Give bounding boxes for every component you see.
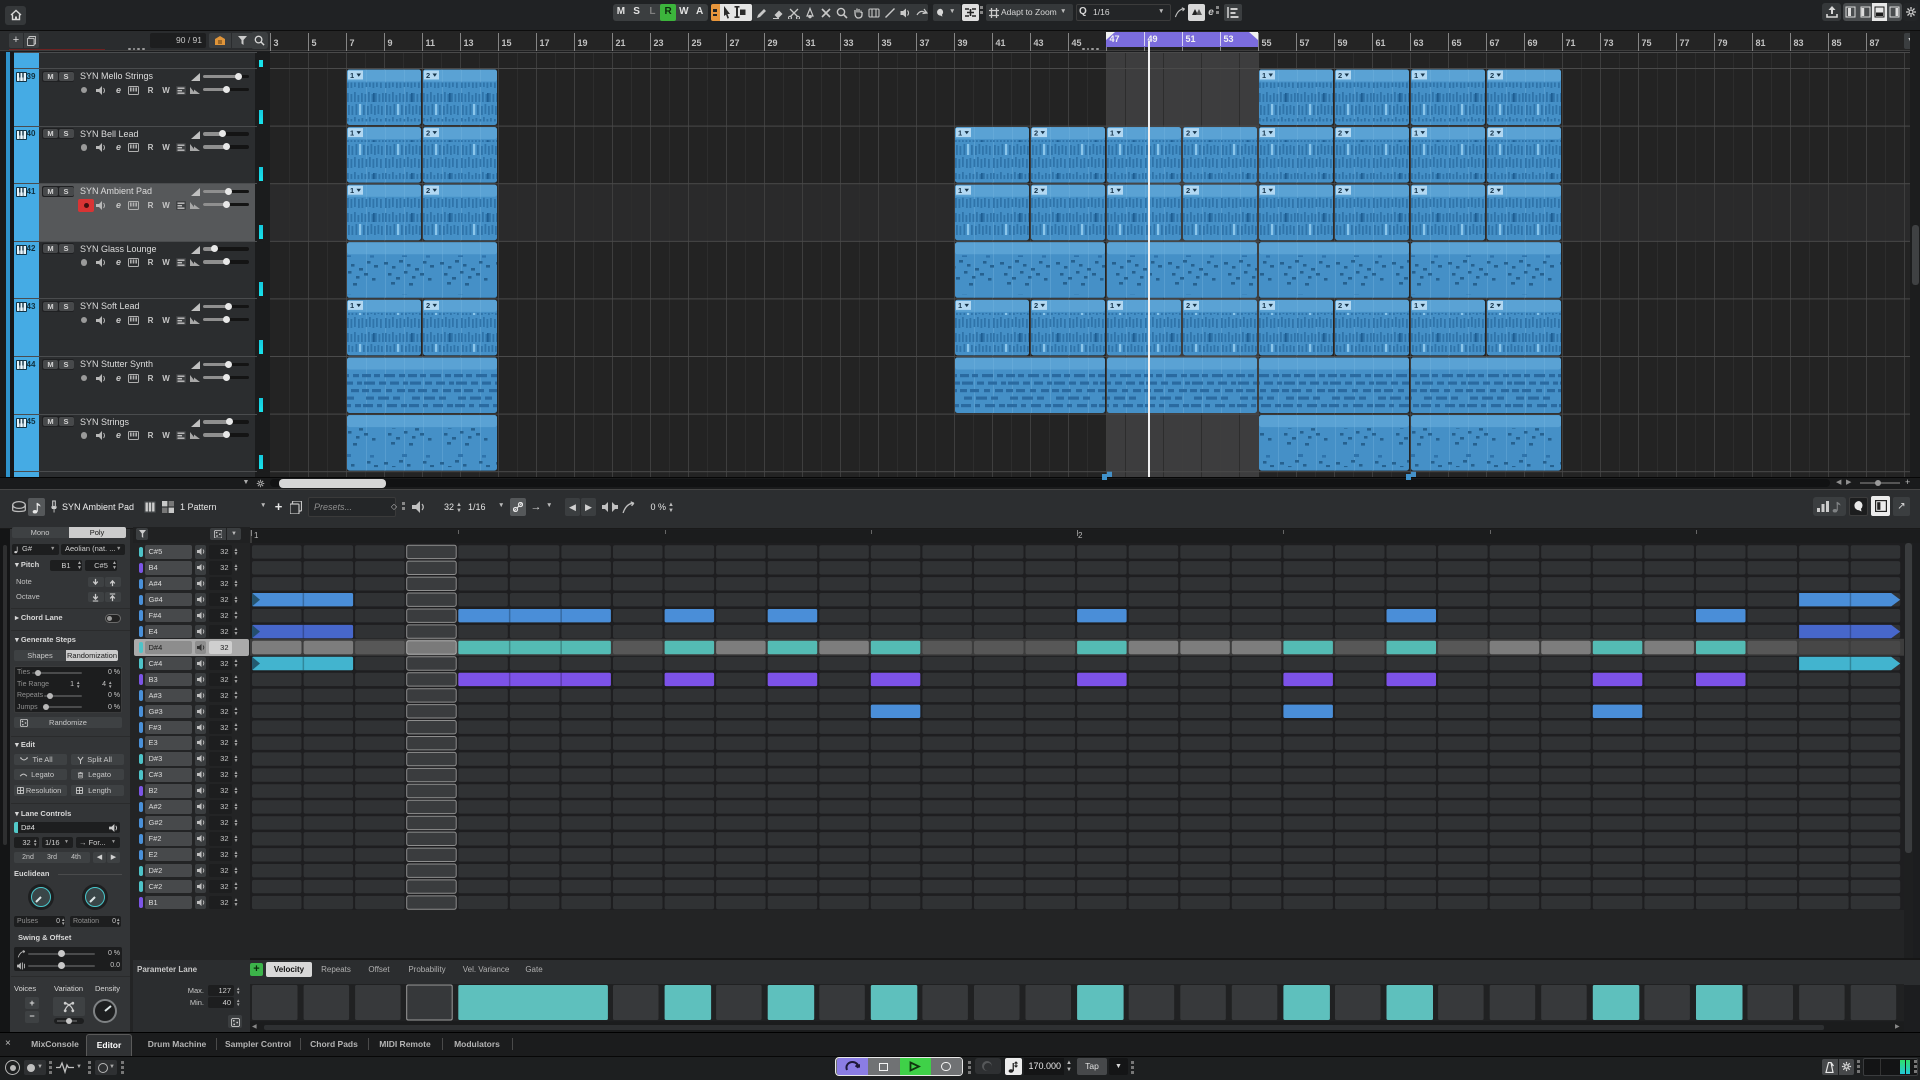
svg-text:2: 2 [1338, 71, 1342, 80]
svg-text:85: 85 [1832, 38, 1842, 48]
svg-text:1: 1 [350, 301, 354, 310]
svg-text:81: 81 [1756, 38, 1766, 48]
svg-text:23: 23 [654, 38, 664, 48]
svg-text:2: 2 [426, 186, 430, 195]
svg-text:2: 2 [1186, 186, 1190, 195]
svg-text:1: 1 [1414, 128, 1418, 137]
svg-text:27: 27 [730, 38, 740, 48]
svg-text:15: 15 [502, 38, 512, 48]
svg-text:1: 1 [350, 186, 354, 195]
svg-text:35: 35 [882, 38, 892, 48]
svg-text:2: 2 [1034, 301, 1038, 310]
svg-text:2: 2 [1186, 301, 1190, 310]
svg-text:1: 1 [1414, 186, 1418, 195]
svg-text:2: 2 [1490, 71, 1494, 80]
svg-text:2: 2 [1338, 301, 1342, 310]
svg-text:1: 1 [1262, 186, 1266, 195]
svg-text:19: 19 [578, 38, 588, 48]
svg-text:2: 2 [1034, 128, 1038, 137]
svg-text:79: 79 [1718, 38, 1728, 48]
svg-text:2: 2 [1490, 128, 1494, 137]
svg-text:31: 31 [806, 38, 816, 48]
svg-text:2: 2 [1490, 186, 1494, 195]
svg-text:43: 43 [1034, 38, 1044, 48]
svg-text:1: 1 [1110, 301, 1114, 310]
svg-text:75: 75 [1642, 38, 1652, 48]
svg-text:25: 25 [692, 38, 702, 48]
svg-text:9: 9 [388, 38, 393, 48]
svg-text:1: 1 [1262, 128, 1266, 137]
svg-text:3: 3 [274, 38, 279, 48]
svg-text:2: 2 [1490, 301, 1494, 310]
svg-text:41: 41 [996, 38, 1006, 48]
svg-text:83: 83 [1794, 38, 1804, 48]
svg-text:39: 39 [958, 38, 968, 48]
svg-text:77: 77 [1680, 38, 1690, 48]
svg-text:63: 63 [1414, 38, 1424, 48]
svg-text:29: 29 [768, 38, 778, 48]
svg-text:45: 45 [1072, 38, 1082, 48]
svg-text:1: 1 [1110, 128, 1114, 137]
svg-text:5: 5 [312, 38, 317, 48]
svg-text:55: 55 [1262, 38, 1272, 48]
svg-text:73: 73 [1604, 38, 1614, 48]
svg-text:2: 2 [1338, 186, 1342, 195]
svg-text:1: 1 [350, 128, 354, 137]
svg-text:21: 21 [616, 38, 626, 48]
svg-text:17: 17 [540, 38, 550, 48]
svg-text:71: 71 [1566, 38, 1576, 48]
svg-text:33: 33 [844, 38, 854, 48]
svg-text:61: 61 [1376, 38, 1386, 48]
svg-text:1: 1 [958, 128, 962, 137]
svg-text:87: 87 [1870, 38, 1880, 48]
svg-text:11: 11 [426, 38, 436, 48]
svg-text:2: 2 [1034, 186, 1038, 195]
svg-text:1: 1 [350, 71, 354, 80]
svg-text:59: 59 [1338, 38, 1348, 48]
svg-text:57: 57 [1300, 38, 1310, 48]
svg-text:7: 7 [350, 38, 355, 48]
svg-text:67: 67 [1490, 38, 1500, 48]
svg-text:1: 1 [1414, 301, 1418, 310]
svg-text:1: 1 [1262, 301, 1266, 310]
svg-text:1: 1 [958, 301, 962, 310]
svg-text:2: 2 [1186, 128, 1190, 137]
svg-text:69: 69 [1528, 38, 1538, 48]
svg-text:2: 2 [426, 128, 430, 137]
svg-text:1: 1 [1414, 71, 1418, 80]
svg-text:1: 1 [1110, 186, 1114, 195]
svg-text:65: 65 [1452, 38, 1462, 48]
svg-text:1: 1 [1262, 71, 1266, 80]
svg-text:2: 2 [1338, 128, 1342, 137]
svg-text:13: 13 [464, 38, 474, 48]
svg-text:1: 1 [958, 186, 962, 195]
svg-text:2: 2 [426, 301, 430, 310]
svg-text:2: 2 [426, 71, 430, 80]
svg-text:37: 37 [920, 38, 930, 48]
